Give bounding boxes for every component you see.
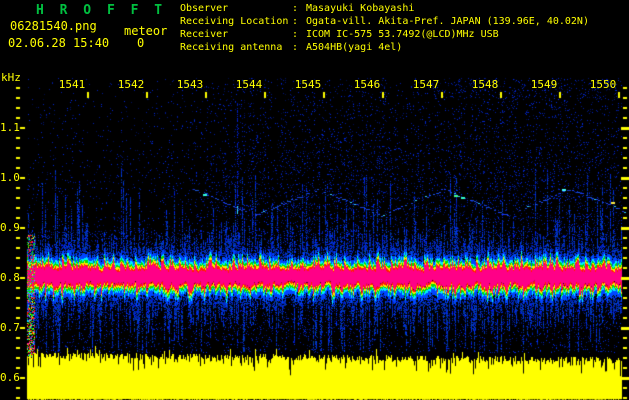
x-tick-label: 1549 <box>530 78 558 91</box>
info-label: Observer <box>180 3 229 14</box>
output-filename: 06281540.png <box>10 19 97 33</box>
info-label: Receiving antenna <box>180 42 283 53</box>
info-value: Masayuki Kobayashi <box>306 3 415 14</box>
spectrogram-canvas <box>0 0 629 400</box>
hrofft-screen: H R O F F T 06281540.png meteor 02.06.28… <box>0 0 629 400</box>
y-tick-label: 0.6 <box>0 371 20 384</box>
x-tick-label: 1550 <box>589 78 617 91</box>
x-tick-label: 1548 <box>471 78 499 91</box>
info-row-location: Receiving Location: Ogata-vill. Akita-Pre… <box>180 15 589 28</box>
x-tick-label: 1543 <box>176 78 204 91</box>
station-info-block: Observer: Masayuki Kobayashi Receiving Lo… <box>180 2 589 54</box>
y-tick-label: 1.0 <box>0 171 20 184</box>
x-tick-label: 1545 <box>294 78 322 91</box>
y-tick-label: 0.9 <box>0 221 20 234</box>
info-separator: : <box>292 16 299 27</box>
x-tick-label: 1546 <box>353 78 381 91</box>
info-separator: : <box>292 3 299 14</box>
info-value: A504HB(yagi 4el) <box>306 42 403 53</box>
info-label: Receiver <box>180 29 229 40</box>
info-label: Receiving Location <box>180 16 289 27</box>
echo-count: 0 <box>137 36 145 50</box>
info-value: ICOM IC-575 53.7492(@LCD)MHz USB <box>306 29 499 40</box>
app-title: H R O F F T <box>36 3 167 18</box>
info-row-receiver: Receiver: ICOM IC-575 53.7492(@LCD)MHz US… <box>180 28 589 41</box>
y-tick-label: 1.1 <box>0 121 20 134</box>
info-separator: : <box>292 42 299 53</box>
info-separator: : <box>292 29 299 40</box>
info-row-antenna: Receiving antenna: A504HB(yagi 4el) <box>180 41 589 54</box>
observation-datetime: 02.06.28 15:40 <box>8 36 110 50</box>
info-value: Ogata-vill. Akita-Pref. JAPAN (139.96E, … <box>306 16 589 27</box>
y-axis-unit-label: kHz <box>1 71 21 84</box>
x-tick-label: 1544 <box>235 78 263 91</box>
y-tick-label: 0.8 <box>0 271 20 284</box>
y-tick-label: 0.7 <box>0 321 20 334</box>
info-row-observer: Observer: Masayuki Kobayashi <box>180 2 589 15</box>
x-tick-label: 1542 <box>117 78 145 91</box>
x-tick-label: 1547 <box>412 78 440 91</box>
mode-label: meteor <box>124 24 168 38</box>
x-tick-label: 1541 <box>58 78 86 91</box>
